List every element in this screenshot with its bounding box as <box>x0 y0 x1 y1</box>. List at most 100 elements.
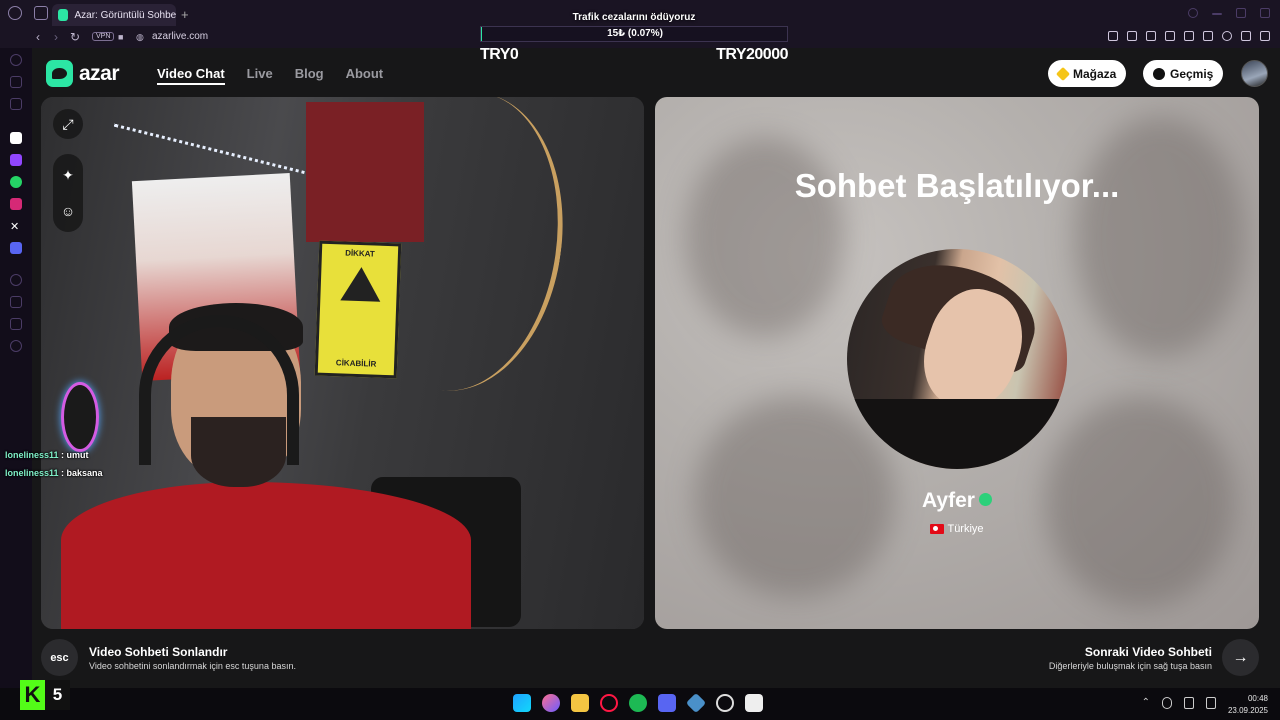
verified-badge-icon <box>978 492 992 506</box>
turkey-flag-icon <box>930 524 945 535</box>
taskbar-apps <box>513 692 763 714</box>
kick-viewer-badge: K 5 <box>20 680 70 710</box>
chat-message: loneliness11 : umut <box>5 450 89 460</box>
match-dress <box>847 399 1067 469</box>
close-icon[interactable] <box>1260 8 1270 18</box>
main-nav: Video Chat Live Blog About <box>157 66 383 85</box>
microphone-icon[interactable] <box>1162 697 1172 709</box>
match-name-text: Ayfer <box>922 489 975 512</box>
easy-setup-icon[interactable] <box>1260 31 1270 41</box>
donation-value: 15₺ (0.07%) <box>607 28 663 39</box>
file-explorer-icon[interactable] <box>571 694 589 712</box>
azar-logo[interactable]: azar <box>46 60 120 87</box>
sidebar-x-icon[interactable]: ✕ <box>10 220 22 233</box>
headset-earcup <box>61 382 99 452</box>
reload-icon[interactable]: ↻ <box>70 30 80 44</box>
sidebar-settings-icon[interactable] <box>10 340 22 352</box>
nav-about[interactable]: About <box>346 66 384 85</box>
play-icon[interactable] <box>1165 31 1175 41</box>
vpn-badge[interactable]: VPN <box>92 32 115 41</box>
kick-viewer-count: 5 <box>52 685 63 704</box>
download-icon[interactable] <box>1241 31 1251 41</box>
clock-date: 23.09.2025 <box>1227 706 1268 715</box>
match-name: Ayfer <box>655 489 1259 513</box>
taskbar-clock[interactable]: 00:48 23.09.2025 <box>1228 693 1268 717</box>
windows-start-icon[interactable] <box>513 694 531 712</box>
tab-title: Azar: Görüntülü Sohbet, A <box>74 9 176 21</box>
display-icon[interactable] <box>1184 697 1194 709</box>
camera-permission-icon[interactable]: ■ <box>118 32 123 42</box>
search-tabs-icon[interactable] <box>1188 8 1198 18</box>
new-tab-plus-icon[interactable]: + <box>181 7 189 22</box>
user-avatar[interactable] <box>1241 60 1268 87</box>
nav-video-chat[interactable]: Video Chat <box>157 66 225 85</box>
opera-menu-icon[interactable] <box>8 6 22 20</box>
blur-shape <box>1075 117 1245 357</box>
system-tray: ⌃ <box>1142 697 1216 709</box>
discord-icon[interactable] <box>658 694 676 712</box>
site-info-icon[interactable]: ◍ <box>136 32 144 43</box>
chat-text: baksana <box>66 468 103 478</box>
snapshot-icon[interactable] <box>1127 31 1137 41</box>
match-country: Türkiye <box>655 523 1259 535</box>
sidebar-bookmarks-icon[interactable] <box>10 296 22 308</box>
pin-icon[interactable] <box>1108 31 1118 41</box>
nav-live[interactable]: Live <box>247 66 273 85</box>
face-filter-icon[interactable]: ☺ <box>53 196 83 226</box>
back-arrow-icon[interactable]: ‹ <box>36 30 40 44</box>
match-country-text: Türkiye <box>947 523 984 535</box>
sidebar-instagram-icon[interactable] <box>10 198 22 210</box>
chat-text: umut <box>66 450 89 460</box>
game-app-icon[interactable] <box>685 692 707 714</box>
sparkle-effects-icon[interactable]: ✦ <box>53 160 83 190</box>
shield-icon[interactable] <box>1146 31 1156 41</box>
sidebar-history-icon[interactable] <box>10 274 22 286</box>
nav-blog[interactable]: Blog <box>295 66 324 85</box>
shop-button[interactable]: Mağaza <box>1048 60 1127 87</box>
obs-icon[interactable] <box>745 694 763 712</box>
heart-icon[interactable] <box>1184 31 1194 41</box>
sidebar-twitch-icon[interactable] <box>10 154 22 166</box>
next-chat-arrow-button[interactable]: → <box>1222 639 1259 676</box>
stream-chat-overlay: loneliness11 : umut loneliness11 : baksa… <box>5 446 103 482</box>
workspaces-icon[interactable] <box>34 6 48 20</box>
tray-chevron-icon[interactable]: ⌃ <box>1142 697 1150 709</box>
warning-sign-label: DİKKAT <box>344 248 375 259</box>
sidebar-tiktok-icon[interactable] <box>10 132 22 144</box>
profile-icon[interactable] <box>1222 31 1232 41</box>
extension-icons <box>1108 31 1270 41</box>
sidebar-player-icon[interactable] <box>10 98 22 110</box>
sidebar-messenger-icon[interactable] <box>10 76 22 88</box>
tab-bar-left-icons <box>8 6 48 20</box>
clock-icon <box>1153 67 1165 80</box>
windows-taskbar: ⌃ 00:48 23.09.2025 <box>0 688 1280 720</box>
browser-tab-azar[interactable]: Azar: Görüntülü Sohbet, A <box>52 4 176 26</box>
streamer-figure <box>61 303 471 629</box>
sidebar-aria-icon[interactable] <box>10 54 22 66</box>
kick-logo-icon: K <box>20 680 45 710</box>
history-button[interactable]: Geçmiş <box>1143 60 1224 87</box>
volume-icon[interactable] <box>1206 697 1216 709</box>
copilot-icon[interactable] <box>542 694 560 712</box>
connecting-status: Sohbet Başlatılıyor... <box>794 167 1120 204</box>
donation-max: TRY20000 <box>716 46 788 63</box>
forward-arrow-icon[interactable]: › <box>54 30 58 44</box>
steam-icon[interactable] <box>716 694 734 712</box>
maximize-icon[interactable] <box>1236 8 1246 18</box>
extensions-icon[interactable] <box>1203 31 1213 41</box>
fullscreen-icon[interactable]: ⤢ <box>53 109 83 139</box>
sidebar-discord-icon[interactable] <box>10 242 22 254</box>
minimize-icon[interactable] <box>1212 13 1222 15</box>
donation-title: Trafik cezalarını ödüyoruz <box>572 12 696 23</box>
sidebar-whatsapp-icon[interactable] <box>10 176 22 188</box>
spotify-icon[interactable] <box>629 694 647 712</box>
chat-message: loneliness11 : baksana <box>5 468 103 478</box>
match-panel: Sohbet Başlatılıyor... Ayfer Türkiye <box>655 97 1259 629</box>
sidebar-extensions-icon[interactable] <box>10 318 22 330</box>
donation-progress-bar: 15₺ (0.07%) <box>480 26 788 42</box>
donation-goal-overlay: Trafik cezalarını ödüyoruz 15₺ (0.07%) T… <box>480 10 788 66</box>
browser-sidebar: ✕ <box>0 48 32 688</box>
url-field[interactable]: azarlive.com <box>152 31 208 42</box>
end-chat-esc-button[interactable]: esc <box>41 639 78 676</box>
opera-gx-icon[interactable] <box>600 694 618 712</box>
